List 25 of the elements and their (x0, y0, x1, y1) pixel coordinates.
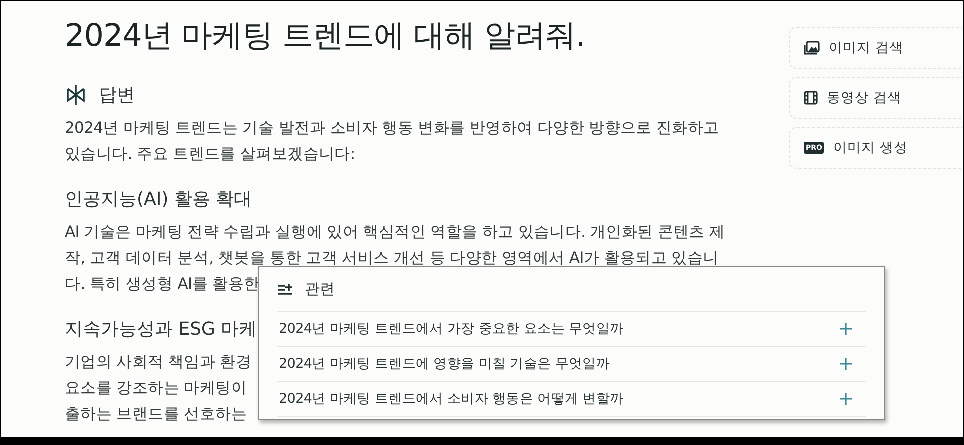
answer-text-line: 다. 특히 생성형 AI를 활용한 (65, 274, 260, 295)
answer-text-line: 작, 고객 데이터 분석, 챗봇을 통한 고객 서비스 개선 등 다양한 영역에서 AI가 활용되고 있습니 (65, 248, 719, 269)
answer-text-line: 있습니다. 주요 트렌드를 살펴보겠습니다: (65, 144, 356, 165)
image-icon (804, 41, 820, 55)
answer-logo-icon (65, 84, 87, 106)
list-add-icon (277, 283, 293, 295)
related-heading: 관련 (305, 280, 335, 298)
related-question-item[interactable]: 2024년 마케팅 트렌드에서 소비자 행동은 어떻게 변할까 (277, 382, 866, 417)
answer-text-line: 기업의 사회적 책임과 환경 (65, 352, 252, 373)
plus-icon (840, 393, 852, 405)
related-question-item[interactable]: 2024년 마케팅 트렌드에서 가장 중요한 요소는 무엇일까 (277, 312, 866, 347)
related-question-item[interactable]: 2024년 마케팅 트렌드에 영향을 미칠 기술은 무엇일까 (277, 347, 866, 382)
side-action-button[interactable]: 동영상 검색 (789, 77, 963, 119)
film-icon (804, 91, 818, 105)
section-heading: 인공지능(AI) 활용 확대 (65, 188, 252, 211)
answer-text-line: 2024년 마케팅 트렌드는 기술 발전과 소비자 행동 변화를 반영하여 다양한 방향으로 진화하고 (65, 118, 720, 139)
answer-heading: 답변 (99, 84, 135, 107)
question-title: 2024년 마케팅 트렌드에 대해 알려줘. (65, 17, 586, 56)
plus-icon (840, 358, 852, 370)
plus-icon (840, 323, 852, 335)
answer-text-line: 출하는 브랜드를 선호하는 (65, 404, 247, 425)
answer-text-line: AI 기술은 마케팅 전략 수립과 실행에 있어 핵심적인 역할을 하고 있습니다. 개인화된 콘텐츠 제 (65, 222, 726, 243)
section-heading: 지속가능성과 ESG 마케 (65, 318, 258, 341)
side-action-button[interactable]: 이미지 검색 (789, 27, 963, 69)
answer-text-line: 요소를 강조하는 마케팅이 (65, 378, 247, 399)
